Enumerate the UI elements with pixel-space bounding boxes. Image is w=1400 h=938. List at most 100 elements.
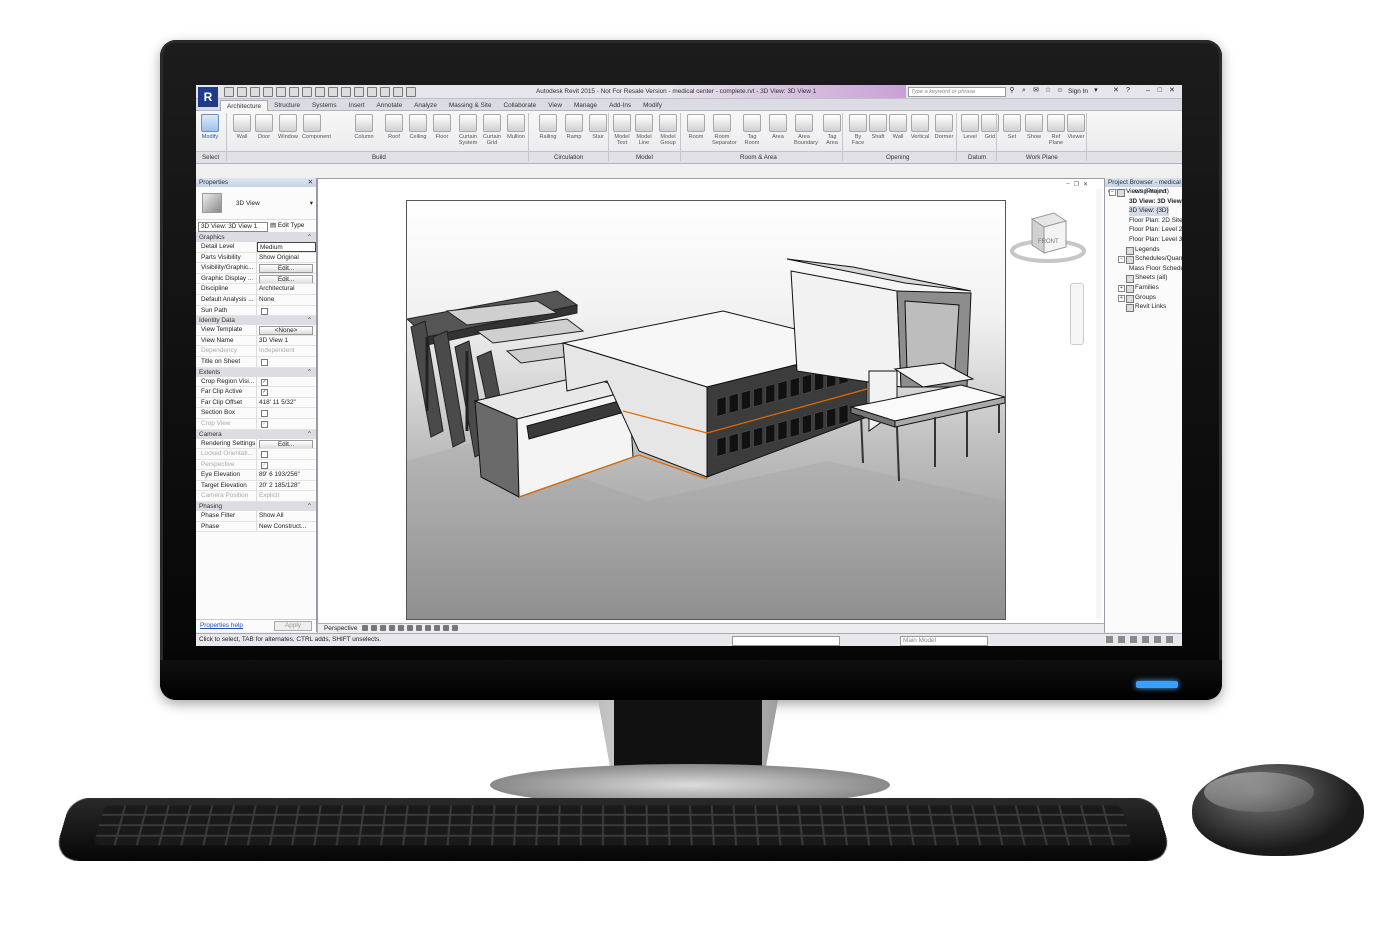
- ribbon-button-area[interactable]: Area: [768, 114, 788, 140]
- select-underlay-icon[interactable]: [1130, 636, 1137, 643]
- property-value[interactable]: 418' 11 5/32": [257, 398, 316, 408]
- dimension-icon[interactable]: [315, 87, 325, 97]
- ribbon-button-component[interactable]: Component: [302, 114, 331, 140]
- tab-massing-site[interactable]: Massing & Site: [443, 100, 498, 111]
- tree-item[interactable]: Floor Plan: Level 2: [1105, 225, 1182, 235]
- panel-label-room-area[interactable]: Room & Area: [740, 154, 777, 161]
- ribbon-button-level[interactable]: Level: [960, 114, 980, 140]
- tab-systems[interactable]: Systems: [306, 100, 343, 111]
- redo-icon[interactable]: [276, 87, 286, 97]
- property-value[interactable]: None: [257, 295, 316, 305]
- property-checkbox[interactable]: ✓: [261, 389, 268, 397]
- panel-label-select[interactable]: Select: [202, 154, 219, 161]
- property-value[interactable]: New Construct...: [257, 522, 316, 532]
- ribbon-button-tag-area[interactable]: Tag Area: [822, 114, 842, 146]
- sign-in-link[interactable]: Sign In: [1068, 88, 1088, 95]
- property-checkbox[interactable]: [261, 358, 268, 366]
- property-value[interactable]: [257, 306, 316, 316]
- minimize-icon[interactable]: –: [1066, 181, 1069, 188]
- favorites-icon[interactable]: ☆: [1044, 87, 1052, 95]
- ribbon-button-show[interactable]: Show: [1024, 114, 1044, 140]
- ribbon-button-wall[interactable]: Wall: [888, 114, 908, 140]
- tree-item[interactable]: Floor Plan: 2D Site: [1105, 216, 1182, 226]
- tree-item[interactable]: 3D View: {3D}: [1105, 206, 1182, 216]
- property-button[interactable]: Edit...: [259, 264, 313, 273]
- close-icon[interactable]: ✕: [308, 178, 313, 187]
- ribbon-button-shaft[interactable]: Shaft: [868, 114, 888, 140]
- property-button[interactable]: Edit...: [259, 274, 313, 284]
- property-button[interactable]: Edit...: [259, 439, 313, 449]
- properties-help-link[interactable]: Properties help: [200, 622, 243, 629]
- 3d-view-icon[interactable]: [354, 87, 364, 97]
- collapse-icon[interactable]: ⌃: [307, 430, 312, 439]
- filter-icon[interactable]: [1106, 636, 1113, 643]
- ribbon-button-dormer[interactable]: Dormer: [934, 114, 954, 140]
- tree-item[interactable]: + Groups: [1105, 293, 1182, 303]
- viewcube[interactable]: FRONT: [1008, 209, 1088, 265]
- property-value[interactable]: [257, 357, 316, 367]
- ribbon-button-curtain-grid[interactable]: Curtain Grid: [482, 114, 502, 146]
- property-checkbox[interactable]: [261, 307, 268, 315]
- ribbon-button-stair[interactable]: Stair: [588, 114, 608, 140]
- undo-icon[interactable]: [263, 87, 273, 97]
- close-icon[interactable]: ✕: [1083, 181, 1088, 188]
- print-icon[interactable]: [289, 87, 299, 97]
- property-value[interactable]: Show All: [257, 511, 316, 521]
- property-button[interactable]: <None>: [259, 326, 313, 335]
- visual-style-icon[interactable]: [371, 625, 377, 631]
- ribbon-button-area-boundary[interactable]: Area Boundary: [794, 114, 818, 146]
- tab-collaborate[interactable]: Collaborate: [498, 100, 543, 111]
- select-by-face-icon[interactable]: [1154, 636, 1161, 643]
- exchange-icon[interactable]: ✕: [1112, 87, 1120, 95]
- drag-elements-icon[interactable]: [1166, 636, 1173, 643]
- collapse-icon[interactable]: ⌃: [307, 368, 312, 377]
- close-icon[interactable]: ✕: [1168, 87, 1176, 95]
- property-group-extents[interactable]: Extents ⌃: [196, 367, 316, 377]
- collapse-icon[interactable]: −: [1118, 256, 1125, 264]
- ribbon-button-vertical[interactable]: Vertical: [910, 114, 930, 140]
- panel-label-datum[interactable]: Datum: [968, 154, 986, 161]
- render-icon[interactable]: [398, 625, 404, 631]
- tree-item[interactable]: Legends: [1105, 245, 1182, 255]
- ribbon-button-tag-room[interactable]: Tag Room: [742, 114, 762, 146]
- select-pinned-icon[interactable]: [1142, 636, 1149, 643]
- edit-type-button[interactable]: ▤ Edit Type: [270, 222, 304, 230]
- maximize-icon[interactable]: □: [1156, 87, 1164, 95]
- property-value[interactable]: Independent: [257, 346, 316, 356]
- vertical-scrollbar[interactable]: [1096, 189, 1102, 619]
- panel-label-circulation[interactable]: Circulation: [554, 154, 583, 161]
- ribbon-button-room-separator[interactable]: Room Separator: [712, 114, 737, 146]
- ribbon-button-ceiling[interactable]: Ceiling: [408, 114, 428, 140]
- tab-annotate[interactable]: Annotate: [371, 100, 409, 111]
- help-icon[interactable]: ?: [1124, 87, 1132, 95]
- restore-icon[interactable]: ❐: [1074, 181, 1079, 188]
- drawing-area[interactable]: – ❐ ✕ FRONT: [317, 178, 1105, 625]
- ribbon-button-mullion[interactable]: Mullion: [506, 114, 526, 140]
- select-links-icon[interactable]: [1118, 636, 1125, 643]
- tab-manage[interactable]: Manage: [568, 100, 603, 111]
- tab-view[interactable]: View: [542, 100, 568, 111]
- property-checkbox[interactable]: [261, 410, 268, 418]
- tree-item[interactable]: Floor Plan: Level 3: [1105, 235, 1182, 245]
- property-value[interactable]: <None>: [257, 325, 316, 335]
- tab-modify[interactable]: Modify: [637, 100, 668, 111]
- panel-label-opening[interactable]: Opening: [886, 154, 909, 161]
- sun-path-icon[interactable]: [380, 625, 386, 631]
- save-icon[interactable]: [237, 87, 247, 97]
- close-hidden-icon[interactable]: [393, 87, 403, 97]
- minimize-icon[interactable]: –: [1144, 87, 1152, 95]
- design-option-field[interactable]: Main Model: [900, 636, 988, 646]
- ribbon-button-wall[interactable]: Wall: [232, 114, 252, 140]
- chevron-down-icon[interactable]: ▾: [310, 199, 313, 207]
- analytical-model-icon[interactable]: [452, 625, 458, 631]
- tree-item[interactable]: + Families: [1105, 283, 1182, 293]
- open-icon[interactable]: [224, 87, 234, 97]
- property-value[interactable]: Explicit: [257, 491, 316, 501]
- section-icon[interactable]: [367, 87, 377, 97]
- property-value[interactable]: ✓: [257, 387, 316, 397]
- crop-icon[interactable]: [407, 625, 413, 631]
- search-icon[interactable]: ⌕: [1020, 87, 1028, 95]
- property-value[interactable]: 89' 6 193/256": [257, 470, 316, 480]
- ribbon-button-column[interactable]: Column: [354, 114, 374, 140]
- binoculars-icon[interactable]: ⚲: [1008, 87, 1016, 95]
